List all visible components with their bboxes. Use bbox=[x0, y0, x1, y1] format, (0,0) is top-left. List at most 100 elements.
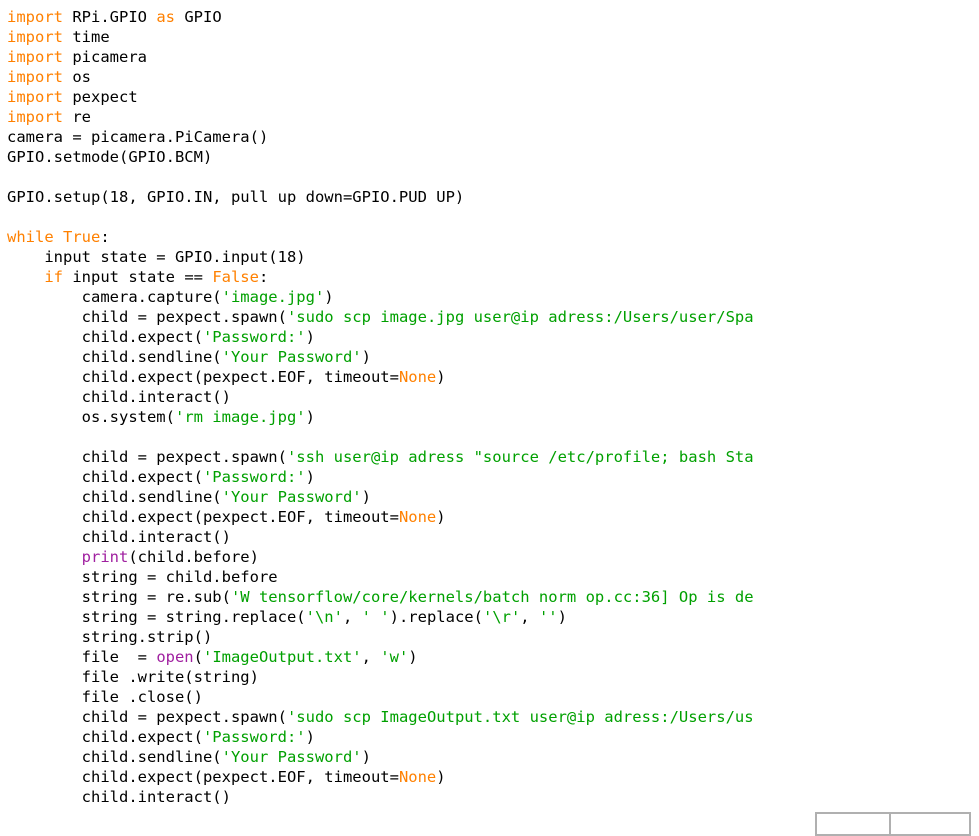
code-token-plain: GPIO.setmode(GPIO.BCM) bbox=[7, 148, 213, 166]
code-line: string = re.sub('W tensorflow/core/kerne… bbox=[7, 587, 979, 607]
code-token-str: 'sudo scp ImageOutput.txt user@ip adress… bbox=[286, 708, 754, 726]
code-token-str: 'Password:' bbox=[202, 728, 306, 746]
code-token-str: '\n' bbox=[305, 608, 343, 626]
code-token-str: 'Password:' bbox=[202, 468, 306, 486]
code-token-plain: re bbox=[63, 108, 91, 126]
code-token-plain: child.sendline( bbox=[7, 748, 222, 766]
code-token-kw: False bbox=[212, 268, 259, 286]
code-token-str: '' bbox=[538, 608, 558, 626]
code-line: file .close() bbox=[7, 687, 979, 707]
code-token-plain: ) bbox=[436, 768, 446, 786]
code-line: string = string.replace('\n', ' ').repla… bbox=[7, 607, 979, 627]
code-line: GPIO.setmode(GPIO.BCM) bbox=[7, 147, 979, 167]
code-line: child.expect('Password:') bbox=[7, 327, 979, 347]
code-token-plain: ) bbox=[305, 408, 315, 426]
code-token-str: 'Your Password' bbox=[221, 748, 362, 766]
code-token-kw: import bbox=[7, 88, 63, 106]
code-token-kw: None bbox=[398, 508, 437, 526]
code-token-plain: file .write(string) bbox=[7, 668, 259, 686]
code-line: child.sendline('Your Password') bbox=[7, 487, 979, 507]
code-token-builtin: open bbox=[156, 648, 194, 666]
code-token-kw: None bbox=[398, 368, 437, 386]
code-token-plain: child.interact() bbox=[7, 788, 231, 806]
code-line: import RPi.GPIO as GPIO bbox=[7, 7, 979, 27]
code-token-kw: import bbox=[7, 8, 63, 26]
code-editor-view[interactable]: import RPi.GPIO as GPIO import time import… bbox=[0, 0, 979, 824]
code-token-plain: string = re.sub( bbox=[7, 588, 231, 606]
code-token-plain: child.expect( bbox=[7, 728, 203, 746]
code-line: string = child.before bbox=[7, 567, 979, 587]
bottom-cell-left[interactable] bbox=[815, 812, 891, 836]
code-token-plain: : bbox=[100, 228, 110, 246]
code-token-str: '\r' bbox=[482, 608, 521, 626]
code-token-plain: ) bbox=[361, 748, 371, 766]
code-line: child = pexpect.spawn('sudo scp ImageOut… bbox=[7, 707, 979, 727]
code-line: child.expect('Password:') bbox=[7, 467, 979, 487]
code-token-plain: (child.before) bbox=[128, 548, 259, 566]
code-line: print(child.before) bbox=[7, 547, 979, 567]
code-token-plain: GPIO.setup(18, GPIO.IN, pull up down=GPI… bbox=[7, 188, 465, 206]
code-token-plain: ) bbox=[361, 348, 371, 366]
code-token-plain: child.expect( bbox=[7, 468, 203, 486]
code-token-plain: ( bbox=[193, 648, 203, 666]
code-token-plain: string.strip() bbox=[7, 628, 213, 646]
code-line: child.sendline('Your Password') bbox=[7, 347, 979, 367]
code-token-str: 'ImageOutput.txt' bbox=[202, 648, 362, 666]
code-token-kw: True bbox=[63, 228, 101, 246]
code-token-plain: , bbox=[361, 648, 381, 666]
code-token-kw: None bbox=[398, 768, 437, 786]
code-line: child = pexpect.spawn('sudo scp image.jp… bbox=[7, 307, 979, 327]
code-token-plain: ) bbox=[305, 728, 315, 746]
code-token-plain: ) bbox=[361, 488, 371, 506]
code-token-plain: time bbox=[63, 28, 110, 46]
code-token-plain: ) bbox=[305, 468, 315, 486]
code-token-plain: os bbox=[63, 68, 91, 86]
code-token-plain: file .close() bbox=[7, 688, 203, 706]
code-token-plain: camera = picamera.PiCamera() bbox=[7, 128, 269, 146]
code-line: import pexpect bbox=[7, 87, 979, 107]
code-token-plain: child = pexpect.spawn( bbox=[7, 308, 287, 326]
code-token-plain: child.expect(pexpect.EOF, timeout= bbox=[7, 768, 399, 786]
code-token-plain: camera.capture( bbox=[7, 288, 222, 306]
code-token-str: 'sudo scp image.jpg user@ip adress:/User… bbox=[286, 308, 754, 326]
code-token-plain: child.sendline( bbox=[7, 348, 222, 366]
code-line: file .write(string) bbox=[7, 667, 979, 687]
code-line: import re bbox=[7, 107, 979, 127]
code-token-plain: child.expect(pexpect.EOF, timeout= bbox=[7, 368, 399, 386]
code-token-plain: ) bbox=[305, 328, 315, 346]
code-line: child.interact() bbox=[7, 387, 979, 407]
code-token-str: 'w' bbox=[380, 648, 409, 666]
code-line: child.expect(pexpect.EOF, timeout=None) bbox=[7, 507, 979, 527]
code-token-kw: import bbox=[7, 28, 63, 46]
code-token-plain: : bbox=[258, 268, 269, 286]
code-line: input state = GPIO.input(18) bbox=[7, 247, 979, 267]
code-line: child.expect(pexpect.EOF, timeout=None) bbox=[7, 367, 979, 387]
code-token-plain: child.expect( bbox=[7, 328, 203, 346]
code-token-str: 'Your Password' bbox=[221, 488, 362, 506]
code-token-plain: , bbox=[520, 608, 539, 626]
code-line: camera = picamera.PiCamera() bbox=[7, 127, 979, 147]
code-token-str: 'Password:' bbox=[202, 328, 306, 346]
code-lines-container[interactable]: import RPi.GPIO as GPIO import time import… bbox=[7, 7, 979, 807]
code-token-plain: file = bbox=[7, 648, 157, 666]
bottom-cell-right[interactable] bbox=[889, 812, 971, 836]
code-token-plain: os.system( bbox=[7, 408, 175, 426]
code-token-str: 'ssh user@ip adress "source /etc/profile… bbox=[286, 448, 754, 466]
code-token-str: 'W tensorflow/core/kernels/batch norm op… bbox=[230, 588, 754, 606]
code-token-plain: ) bbox=[436, 368, 446, 386]
code-token-kw: while bbox=[7, 228, 54, 246]
code-token-plain: child = pexpect.spawn( bbox=[7, 708, 287, 726]
code-token-plain: child.interact() bbox=[7, 528, 231, 546]
code-token-plain: child = pexpect.spawn( bbox=[7, 448, 287, 466]
code-line: camera.capture('image.jpg') bbox=[7, 287, 979, 307]
code-token-plain: ).replace( bbox=[389, 608, 483, 626]
code-token-str: ' ' bbox=[361, 608, 390, 626]
code-token-plain: picamera bbox=[63, 48, 147, 66]
code-token-plain: child.expect(pexpect.EOF, timeout= bbox=[7, 508, 399, 526]
code-token-kw: import bbox=[7, 68, 63, 86]
code-line: import picamera bbox=[7, 47, 979, 67]
